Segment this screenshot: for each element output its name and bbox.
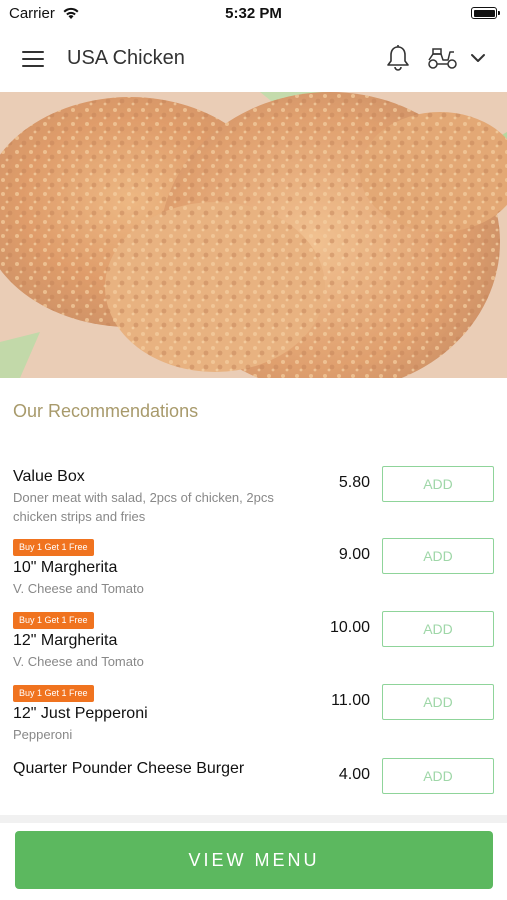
item-name: 10" Margherita bbox=[13, 559, 118, 576]
item-price: 4.00 bbox=[338, 766, 370, 783]
item-price: 10.00 bbox=[329, 619, 370, 636]
status-bar: Carrier 5:32 PM bbox=[0, 0, 507, 28]
section-title: Our Recommendations bbox=[13, 401, 199, 421]
status-time: 5:32 PM bbox=[225, 5, 282, 22]
add-button[interactable]: ADD bbox=[382, 538, 494, 574]
add-button[interactable]: ADD bbox=[382, 611, 494, 647]
item-description: Pepperoni bbox=[13, 727, 73, 742]
item-name: Value Box bbox=[13, 468, 85, 485]
item-description: V. Cheese and Tomato bbox=[13, 581, 144, 596]
item-price: 5.80 bbox=[338, 474, 370, 491]
view-menu-button[interactable]: VIEW MENU bbox=[15, 831, 493, 889]
promo-badge: Buy 1 Get 1 Free bbox=[13, 612, 94, 629]
item-name: 12" Margherita bbox=[13, 632, 118, 649]
item-name: 12" Just Pepperoni bbox=[13, 705, 148, 722]
item-description: Doner meat with salad, 2pcs of chicken, … bbox=[13, 490, 274, 524]
chevron-down-icon[interactable] bbox=[470, 51, 486, 69]
item-price: 11.00 bbox=[331, 692, 370, 709]
app-header: USA Chicken bbox=[0, 28, 507, 92]
battery-icon bbox=[471, 7, 500, 19]
add-button[interactable]: ADD bbox=[382, 466, 494, 502]
promo-badge: Buy 1 Get 1 Free bbox=[13, 685, 94, 702]
hero-food-image bbox=[0, 92, 507, 378]
promo-badge: Buy 1 Get 1 Free bbox=[13, 539, 94, 556]
item-price: 9.00 bbox=[338, 546, 370, 563]
menu-icon[interactable] bbox=[22, 50, 46, 68]
restaurant-title: USA Chicken bbox=[67, 47, 185, 69]
scooter-icon[interactable] bbox=[427, 46, 459, 75]
divider bbox=[0, 815, 507, 823]
item-name: Quarter Pounder Cheese Burger bbox=[13, 760, 245, 777]
item-description: V. Cheese and Tomato bbox=[13, 654, 144, 669]
bell-icon[interactable] bbox=[385, 44, 411, 77]
add-button[interactable]: ADD bbox=[382, 684, 494, 720]
add-button[interactable]: ADD bbox=[382, 758, 494, 794]
